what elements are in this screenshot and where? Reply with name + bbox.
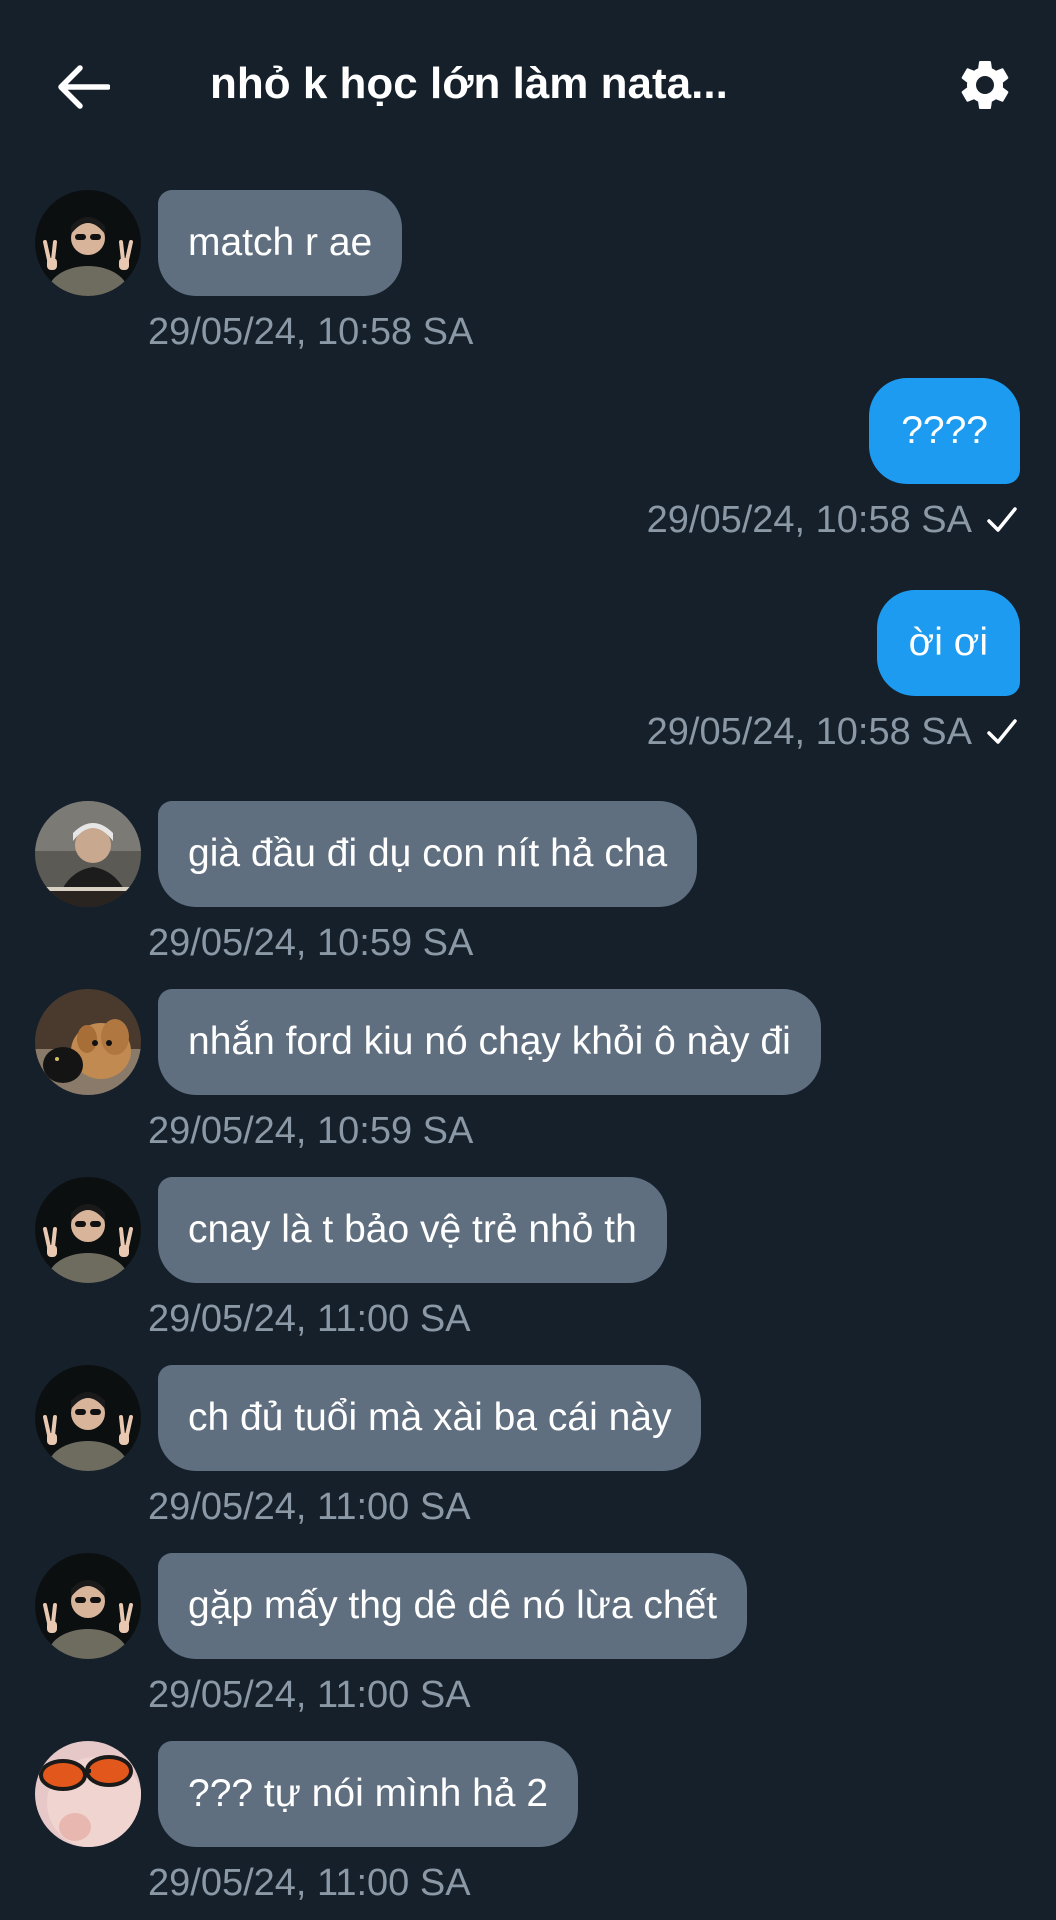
avatar-dog-cat[interactable] (35, 989, 141, 1095)
message-bubble-incoming[interactable]: cnay là t bảo vệ trẻ nhỏ th (158, 1177, 667, 1283)
message-timestamp: 29/05/24, 10:59 SA (148, 922, 474, 964)
avatar-man-sunglasses-peace[interactable] (35, 1365, 141, 1471)
message-bubble-incoming[interactable]: già đầu đi dụ con nít hả cha (158, 801, 698, 907)
message-bubble-incoming[interactable]: ch đủ tuổi mà xài ba cái này (158, 1365, 702, 1471)
avatar-man-sunglasses-peace[interactable] (35, 1177, 141, 1283)
gear-icon (961, 60, 1009, 109)
check-icon (987, 719, 1017, 744)
message-bubble-incoming[interactable]: nhắn ford kiu nó chạy khỏi ô này đi (158, 989, 821, 1095)
message-meta: 29/05/24, 10:58 SA (647, 710, 1018, 754)
avatar-orange-glasses[interactable] (35, 1741, 141, 1847)
chat-header: nhỏ k học lớn làm nata... (0, 0, 1056, 170)
message-timestamp: 29/05/24, 11:00 SA (148, 1862, 471, 1904)
message-bubble-incoming[interactable]: ??? tự nói mình hả 2 (158, 1741, 579, 1847)
back-button[interactable] (48, 52, 118, 122)
settings-button[interactable] (952, 52, 1018, 118)
message-bubble-outgoing[interactable]: ???? (869, 378, 1020, 484)
message-timestamp: 29/05/24, 10:58 SA (646, 711, 972, 753)
message-meta: 29/05/24, 10:58 SA (647, 498, 1018, 542)
avatar-man-sunglasses-peace[interactable] (35, 190, 141, 296)
arrow-left-icon (58, 65, 110, 109)
message-timestamp: 29/05/24, 10:59 SA (148, 1110, 474, 1152)
avatar-man-sunglasses-peace[interactable] (35, 1553, 141, 1659)
message-bubble-incoming[interactable]: match r ae (158, 190, 403, 296)
message-bubble-outgoing[interactable]: ời ơi (876, 590, 1020, 696)
avatar-man-desk[interactable] (35, 801, 141, 907)
message-timestamp: 29/05/24, 11:00 SA (148, 1674, 471, 1716)
message-bubble-incoming[interactable]: gặp mấy thg dê dê nó lừa chết (158, 1553, 748, 1659)
check-icon (987, 507, 1017, 532)
conversation-title: nhỏ k học lớn làm nata... (210, 59, 728, 108)
message-timestamp: 29/05/24, 10:58 SA (148, 311, 474, 353)
message-timestamp: 29/05/24, 10:58 SA (646, 499, 972, 541)
message-timestamp: 29/05/24, 11:00 SA (148, 1298, 471, 1340)
message-timestamp: 29/05/24, 11:00 SA (148, 1486, 471, 1528)
